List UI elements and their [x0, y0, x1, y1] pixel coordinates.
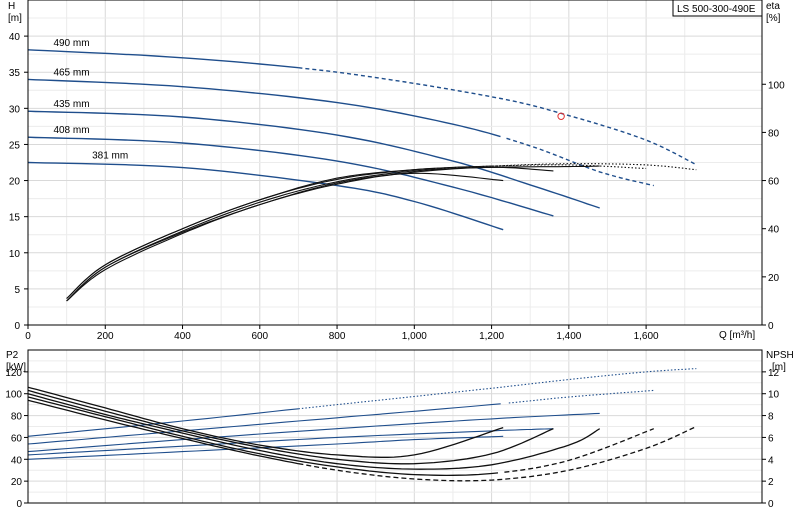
head-curve-label: 435 mm [53, 99, 89, 110]
npsh-curve-solid [27, 389, 554, 465]
flow-tick-label: 1,400 [556, 331, 581, 342]
head-curve-label: 381 mm [92, 151, 128, 162]
head-curve-solid [27, 49, 299, 69]
flow-tick-label: 0 [25, 331, 31, 342]
power-tick-label: 0 [16, 499, 22, 510]
flow-tick-label: 1,000 [402, 331, 427, 342]
npsh-axis-label: NPSH [766, 350, 794, 361]
npsh-tick-label: 4 [768, 455, 774, 466]
eta-tick-label: 20 [768, 273, 780, 284]
flow-axis-label: Q [m³/h] [719, 330, 755, 341]
npsh-curve-dashed [504, 428, 655, 473]
head-tick-label: 15 [9, 213, 21, 224]
curves-layer [27, 49, 697, 482]
flow-tick-label: 600 [251, 331, 268, 342]
head-axis-unit: [m] [8, 13, 22, 24]
eta-tick-label: 60 [768, 177, 780, 188]
head-tick-label: 35 [9, 68, 21, 79]
npsh-tick-label: 0 [768, 499, 774, 510]
head-curve-label: 465 mm [53, 67, 89, 78]
head-tick-label: 0 [14, 321, 20, 332]
npsh-tick-label: 10 [768, 390, 780, 401]
head-axis-label: H [8, 1, 15, 12]
efficiency-curve-solid [66, 165, 492, 299]
npsh-axis-unit: [m] [772, 362, 786, 373]
head-curve-label: 490 mm [53, 38, 89, 49]
efficiency-curve-solid [66, 166, 554, 302]
eta-tick-label: 0 [768, 321, 774, 332]
head-curve-dashed [298, 67, 697, 166]
head-tick-label: 20 [9, 177, 21, 188]
bottom-chart-grid [24, 350, 766, 504]
eta-axis-label: eta [766, 1, 780, 12]
efficiency-curve-solid [66, 165, 600, 302]
head-tick-label: 10 [9, 249, 21, 260]
power-tick-label: 100 [5, 390, 22, 401]
head-tick-label: 25 [9, 140, 21, 151]
head-tick-label: 5 [14, 285, 20, 296]
pump-curve-chart: 0 200 400 600 800 1,000 1,200 1,400 1,600 0 5 10 15 2… [0, 0, 800, 520]
flow-tick-label: 200 [97, 331, 114, 342]
flow-tick-label: 400 [174, 331, 191, 342]
npsh-tick-label: 6 [768, 433, 774, 444]
head-curve-dashed [506, 137, 654, 187]
npsh-tick-label: 2 [768, 477, 774, 488]
power-axis-unit: [kW] [6, 362, 26, 373]
eta-tick-label: 40 [768, 225, 780, 236]
flow-tick-label: 800 [329, 331, 346, 342]
power-curve-dashed [298, 368, 697, 410]
head-tick-label: 40 [9, 32, 21, 43]
power-curve-solid [27, 428, 554, 456]
flow-tick-label: 1,600 [634, 331, 659, 342]
power-tick-label: 20 [11, 477, 23, 488]
power-tick-label: 80 [11, 412, 23, 423]
head-curve-solid [27, 161, 504, 231]
eta-axis-unit: [%] [766, 13, 781, 24]
head-curve-label: 408 mm [53, 125, 89, 136]
power-tick-label: 40 [11, 455, 23, 466]
power-tick-label: 60 [11, 433, 23, 444]
eta-tick-label: 80 [768, 128, 780, 139]
head-tick-label: 30 [9, 104, 21, 115]
efficiency-curve-solid [66, 167, 434, 299]
model-label: LS 500-300-490E [677, 4, 756, 15]
eta-tick-label: 100 [768, 80, 785, 91]
power-axis-label: P2 [6, 350, 19, 361]
flow-tick-label: 1,200 [479, 331, 504, 342]
pump-curve-svg: 0 200 400 600 800 1,000 1,200 1,400 1,6000510152… [5, 0, 794, 510]
head-curve-solid [27, 136, 554, 217]
npsh-tick-label: 8 [768, 412, 774, 423]
